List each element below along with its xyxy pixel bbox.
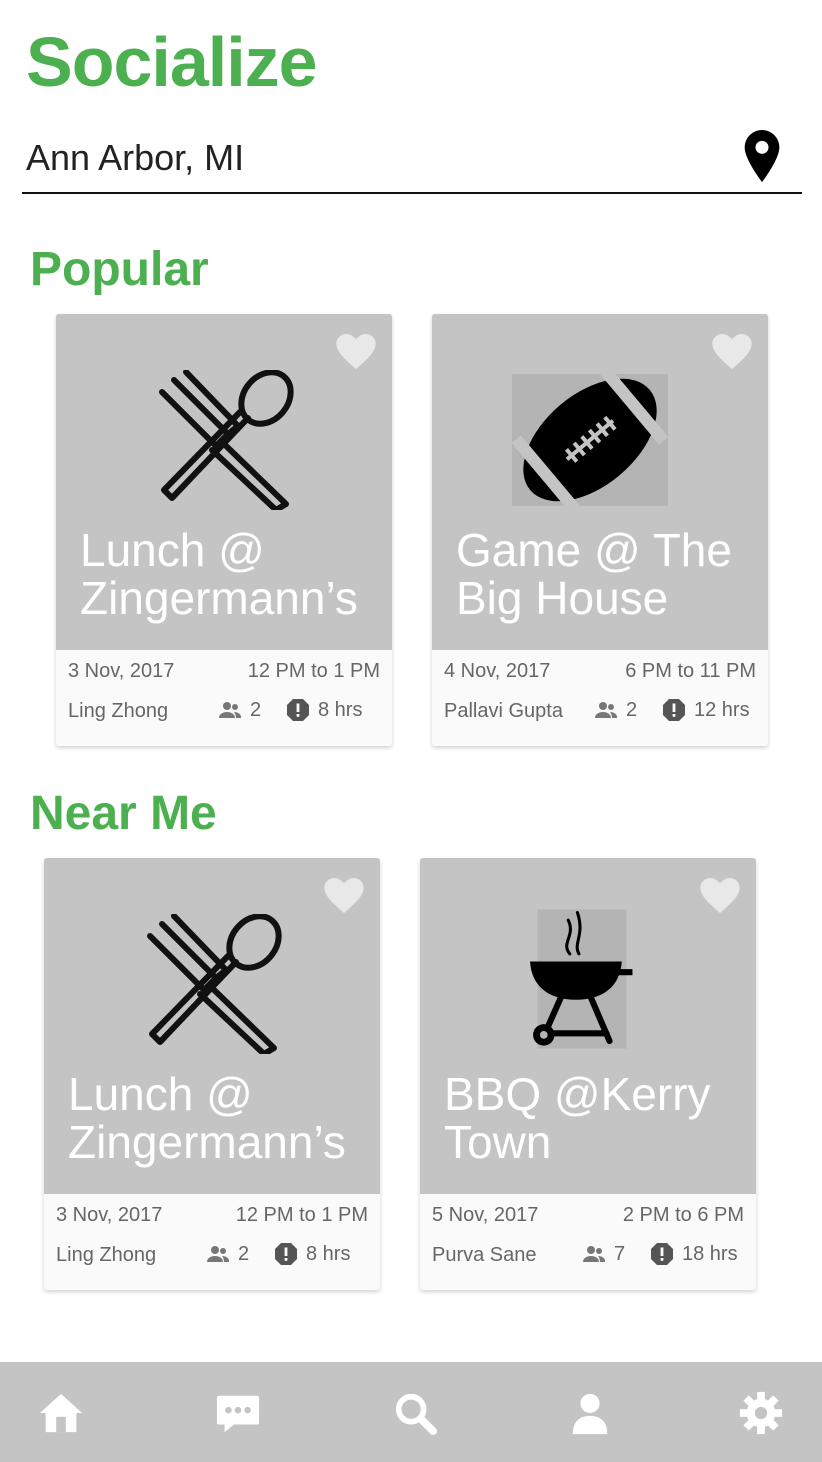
section-title-near-me: Near Me — [30, 787, 217, 840]
time-left-value: 8 hrs — [306, 1242, 351, 1265]
attendee-count-value: 7 — [614, 1242, 626, 1265]
card-date: 4 Nov, 2017 — [444, 660, 551, 682]
time-left: 12 hrs — [662, 698, 750, 722]
heart-icon[interactable] — [700, 878, 740, 914]
attendee-count: 2 — [218, 698, 261, 722]
card-host: Purva Sane — [432, 1244, 537, 1266]
event-card[interactable]: Lunch @ Zingermann’s 3 Nov, 2017 12 PM t… — [56, 314, 392, 746]
people-icon — [595, 702, 617, 718]
heart-icon[interactable] — [324, 878, 364, 914]
card-time: 2 PM to 6 PM — [622, 1204, 744, 1226]
attendee-count-value: 2 — [626, 698, 638, 721]
attendee-count: 2 — [206, 1242, 249, 1266]
attendee-count: 7 — [582, 1242, 625, 1266]
heart-icon[interactable] — [712, 334, 752, 370]
card-host: Pallavi Gupta — [444, 700, 563, 722]
time-left: 8 hrs — [286, 698, 362, 722]
heart-icon[interactable] — [336, 334, 376, 370]
card-time: 6 PM to 11 PM — [625, 660, 756, 682]
attendee-count-value: 2 — [250, 698, 262, 721]
chat-icon[interactable] — [215, 1390, 261, 1436]
bottom-navigation — [0, 1362, 822, 1462]
card-date: 3 Nov, 2017 — [56, 1204, 163, 1226]
card-title: Lunch @ Zingermann’s — [80, 524, 358, 624]
alert-icon — [651, 1243, 673, 1265]
people-icon — [207, 1246, 229, 1262]
time-left-value: 8 hrs — [318, 698, 363, 721]
card-title: Game @ The Big House — [456, 524, 732, 624]
alert-icon — [287, 699, 309, 721]
settings-icon[interactable] — [738, 1390, 784, 1436]
card-media: Game @ The Big House — [432, 314, 768, 650]
grill-icon — [530, 909, 633, 1049]
people-icon — [219, 702, 241, 718]
home-icon[interactable] — [38, 1390, 84, 1436]
location-input[interactable] — [26, 136, 706, 180]
card-media: Lunch @ Zingermann’s — [44, 858, 380, 1194]
card-date: 5 Nov, 2017 — [432, 1204, 539, 1226]
card-date: 3 Nov, 2017 — [68, 660, 175, 682]
card-time: 12 PM to 1 PM — [247, 660, 380, 682]
card-title: BBQ @Kerry Town — [444, 1068, 711, 1168]
alert-icon — [663, 699, 685, 721]
card-title: Lunch @ Zingermann’s — [68, 1068, 346, 1168]
fork-spoon-icon — [147, 914, 282, 1054]
event-card[interactable]: BBQ @Kerry Town 5 Nov, 2017 2 PM to 6 PM… — [420, 858, 756, 1290]
fork-spoon-icon — [159, 370, 294, 510]
map-pin-icon[interactable] — [744, 130, 780, 182]
card-time: 12 PM to 1 PM — [235, 1204, 368, 1226]
attendee-count: 2 — [594, 698, 637, 722]
time-left-value: 18 hrs — [682, 1242, 738, 1265]
location-bar — [22, 124, 802, 194]
people-icon — [583, 1246, 605, 1262]
card-host: Ling Zhong — [56, 1244, 157, 1266]
time-left: 8 hrs — [274, 1242, 350, 1266]
search-icon[interactable] — [392, 1390, 438, 1436]
time-left-value: 12 hrs — [694, 698, 750, 721]
time-left: 18 hrs — [650, 1242, 738, 1266]
profile-icon[interactable] — [567, 1390, 613, 1436]
attendee-count-value: 2 — [238, 1242, 250, 1265]
card-media: BBQ @Kerry Town — [420, 858, 756, 1194]
event-card[interactable]: Game @ The Big House 4 Nov, 2017 6 PM to… — [432, 314, 768, 746]
section-title-popular: Popular — [30, 243, 209, 296]
football-icon — [512, 370, 669, 510]
alert-icon — [275, 1243, 297, 1265]
event-card[interactable]: Lunch @ Zingermann’s 3 Nov, 2017 12 PM t… — [44, 858, 380, 1290]
card-host: Ling Zhong — [68, 700, 169, 722]
card-media: Lunch @ Zingermann’s — [56, 314, 392, 650]
app-title: Socialize — [26, 23, 318, 101]
